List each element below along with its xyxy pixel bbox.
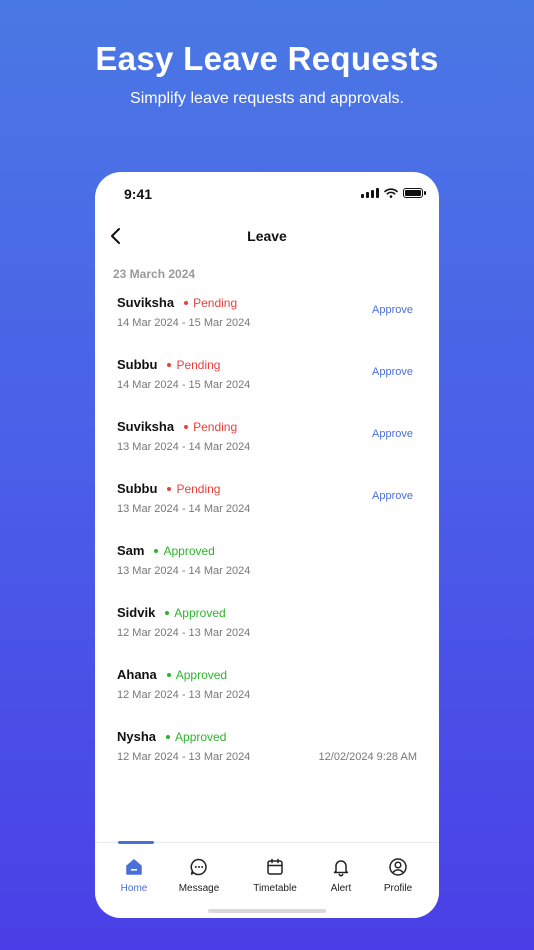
promo-title: Easy Leave Requests — [95, 40, 439, 77]
status-icons — [361, 188, 426, 198]
leave-item: Ahana Approved 12 Mar 2024 - 13 Mar 2024 — [95, 661, 439, 723]
nav-item-profile[interactable]: Profile — [363, 857, 433, 894]
nav-item-timetable[interactable]: Timetable — [240, 857, 310, 894]
status-dot — [184, 300, 189, 305]
bottom-nav: Home Message Timetable Alert Profile — [95, 841, 439, 918]
battery-icon — [403, 188, 426, 198]
leave-dates: 13 Mar 2024 - 14 Mar 2024 — [117, 503, 251, 515]
status-badge: Pending — [193, 419, 238, 434]
status-dot — [166, 672, 171, 677]
app-header: Leave — [95, 222, 439, 250]
signal-icon — [361, 188, 379, 198]
leave-name: Ahana — [117, 667, 157, 682]
page-title: Leave — [247, 228, 287, 244]
leave-name: Subbu — [117, 481, 158, 496]
leave-dates: 13 Mar 2024 - 14 Mar 2024 — [117, 441, 251, 453]
status-badge: Approved — [175, 667, 228, 682]
home-icon — [124, 857, 144, 877]
status-dot — [165, 610, 170, 615]
leave-name: Suviksha — [117, 419, 175, 434]
nav-label: Timetable — [253, 883, 297, 894]
phone-frame: 9:41 Leave 23 March 2024 Suviksha Pendin… — [95, 172, 439, 918]
approve-button[interactable]: Approve — [372, 366, 413, 378]
approve-button[interactable]: Approve — [372, 304, 413, 316]
status-badge: Pending — [176, 357, 221, 372]
status-badge: Approved — [175, 729, 227, 744]
status-dot — [184, 424, 189, 429]
leave-item: Subbu Pending 13 Mar 2024 - 14 Mar 2024 … — [95, 475, 439, 537]
status-bar: 9:41 — [95, 172, 439, 216]
bell-icon — [331, 857, 351, 877]
timestamp: 12/02/2024 9:28 AM — [318, 751, 417, 763]
status-badge: Approved — [163, 543, 215, 558]
leave-item: Suviksha Pending 14 Mar 2024 - 15 Mar 20… — [95, 289, 439, 351]
leave-name-row: Sidvik Approved — [117, 605, 226, 620]
leave-name: Subbu — [117, 357, 158, 372]
status-dot — [166, 734, 171, 739]
leave-dates: 12 Mar 2024 - 13 Mar 2024 — [117, 689, 251, 701]
leave-dates: 14 Mar 2024 - 15 Mar 2024 — [117, 317, 251, 329]
nav-item-message[interactable]: Message — [164, 857, 234, 894]
nav-label: Home — [120, 883, 148, 894]
leave-dates: 12 Mar 2024 - 13 Mar 2024 — [117, 751, 251, 763]
date-heading: 23 March 2024 — [113, 267, 196, 281]
leave-name: Nysha — [117, 729, 157, 744]
leave-name-row: Ahana Approved — [117, 667, 227, 682]
leave-list: Suviksha Pending 14 Mar 2024 - 15 Mar 20… — [95, 289, 439, 785]
leave-dates: 13 Mar 2024 - 14 Mar 2024 — [117, 565, 251, 577]
wifi-icon — [384, 188, 398, 198]
status-badge: Pending — [176, 481, 221, 496]
leave-name-row: Suviksha Pending — [117, 295, 237, 310]
leave-name-row: Subbu Pending — [117, 481, 220, 496]
leave-item: Suviksha Pending 13 Mar 2024 - 14 Mar 20… — [95, 413, 439, 475]
status-dot — [154, 548, 159, 553]
home-indicator — [208, 909, 326, 913]
leave-name-row: Sam Approved — [117, 543, 215, 558]
leave-item: Sidvik Approved 12 Mar 2024 - 13 Mar 202… — [95, 599, 439, 661]
promo-subtitle: Simplify leave requests and approvals. — [130, 90, 404, 107]
leave-name: Sam — [117, 543, 145, 558]
status-time: 9:41 — [124, 186, 153, 202]
status-dot — [167, 486, 172, 491]
leave-name: Suviksha — [117, 295, 175, 310]
leave-name-row: Nysha Approved — [117, 729, 226, 744]
approve-button[interactable]: Approve — [372, 428, 413, 440]
nav-active-indicator — [118, 841, 154, 844]
status-dot — [167, 362, 172, 367]
leave-name: Sidvik — [117, 605, 156, 620]
profile-icon — [388, 857, 408, 877]
status-badge: Approved — [174, 605, 226, 620]
nav-label: Message — [178, 883, 220, 894]
calendar-icon — [265, 857, 285, 877]
leave-dates: 14 Mar 2024 - 15 Mar 2024 — [117, 379, 251, 391]
leave-dates: 12 Mar 2024 - 13 Mar 2024 — [117, 627, 251, 639]
nav-item-home[interactable]: Home — [99, 857, 169, 894]
leave-item: Nysha Approved 12 Mar 2024 - 13 Mar 2024… — [95, 723, 439, 785]
leave-item: Subbu Pending 14 Mar 2024 - 15 Mar 2024 … — [95, 351, 439, 413]
leave-item: Sam Approved 13 Mar 2024 - 14 Mar 2024 — [95, 537, 439, 599]
leave-name-row: Subbu Pending — [117, 357, 220, 372]
message-icon — [189, 857, 209, 877]
approve-button[interactable]: Approve — [372, 490, 413, 502]
leave-name-row: Suviksha Pending — [117, 419, 237, 434]
status-badge: Pending — [193, 295, 238, 310]
nav-label: Profile — [383, 883, 413, 894]
